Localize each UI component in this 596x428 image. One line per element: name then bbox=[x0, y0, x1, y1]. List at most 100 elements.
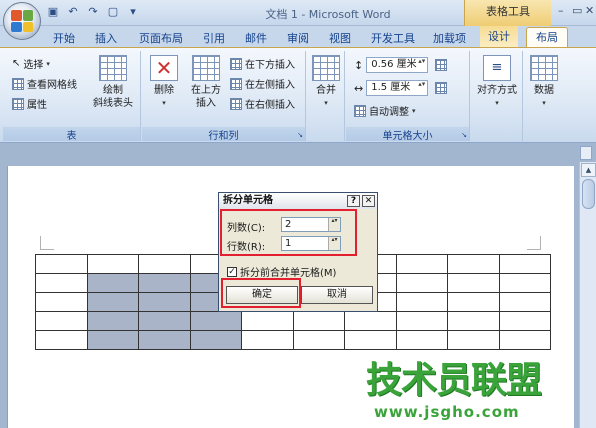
tab-mailings[interactable]: 邮件 bbox=[245, 30, 267, 46]
table-cell[interactable] bbox=[138, 330, 191, 350]
table-cell[interactable] bbox=[447, 254, 500, 274]
table-cell[interactable] bbox=[35, 292, 88, 312]
row-height-input[interactable]: 0.56 厘米 bbox=[366, 57, 429, 73]
tab-home[interactable]: 开始 bbox=[53, 30, 75, 46]
alignment-button[interactable]: ≡ 对齐方式 ▾ bbox=[475, 55, 519, 110]
properties-button[interactable]: 属性 bbox=[12, 96, 47, 111]
insert-above-icon bbox=[192, 55, 220, 81]
close-button[interactable]: ✕ bbox=[585, 4, 594, 17]
properties-label: 属性 bbox=[27, 100, 47, 111]
minimize-button[interactable]: – bbox=[558, 4, 564, 17]
table-cell[interactable] bbox=[241, 330, 294, 350]
view-ruler-button[interactable] bbox=[580, 146, 592, 160]
table-cell[interactable] bbox=[395, 292, 448, 312]
table-cell[interactable] bbox=[35, 330, 88, 350]
table-cell[interactable] bbox=[35, 254, 88, 274]
table-cell[interactable] bbox=[189, 311, 242, 331]
table-cell[interactable] bbox=[35, 273, 88, 293]
table-cell[interactable] bbox=[395, 273, 448, 293]
tab-addins[interactable]: 加载项 bbox=[433, 30, 466, 46]
draw-diagonal-label-2: 斜线表头 bbox=[93, 98, 133, 109]
tab-review[interactable]: 审阅 bbox=[287, 30, 309, 46]
table-cell[interactable] bbox=[395, 254, 448, 274]
dialog-close-button[interactable]: ✕ bbox=[362, 195, 375, 207]
tab-references[interactable]: 引用 bbox=[203, 30, 225, 46]
column-width-icon: ↔ bbox=[354, 81, 364, 95]
office-button[interactable] bbox=[3, 2, 41, 40]
group-data: 数据 ▾ bbox=[524, 51, 564, 141]
insert-left-button[interactable]: 在左侧插入 bbox=[230, 76, 295, 91]
maximize-button[interactable]: ▭ bbox=[572, 4, 582, 17]
draw-diagonal-header-button[interactable]: 绘制 斜线表头 bbox=[89, 55, 137, 110]
tab-design[interactable]: 设计 bbox=[480, 26, 518, 48]
delete-button[interactable]: ✕ 删除 ▾ bbox=[146, 55, 182, 110]
table-cell[interactable] bbox=[86, 254, 139, 274]
distribute-rows-icon[interactable] bbox=[435, 59, 448, 71]
table-cell[interactable] bbox=[447, 273, 500, 293]
title-bar: ▣ ↶ ↷ ▢ ▾ 文档 1 - Microsoft Word 表格工具 – ▭… bbox=[0, 0, 596, 26]
table-cell[interactable] bbox=[138, 311, 191, 331]
vertical-scrollbar[interactable]: ▲ bbox=[579, 162, 596, 428]
table-cell[interactable] bbox=[344, 311, 397, 331]
merge-before-split-checkbox[interactable]: ✓ bbox=[227, 266, 237, 277]
scroll-up-icon[interactable]: ▲ bbox=[581, 163, 596, 177]
scroll-thumb[interactable] bbox=[582, 179, 595, 209]
table-cell[interactable] bbox=[292, 311, 345, 331]
office-logo-icon bbox=[11, 10, 33, 32]
cancel-button[interactable]: 取消 bbox=[301, 286, 373, 304]
table-cell[interactable] bbox=[86, 330, 139, 350]
chevron-down-icon: ▾ bbox=[542, 99, 546, 107]
table-tools-context-tab: 表格工具 bbox=[464, 0, 551, 26]
insert-right-button[interactable]: 在右侧插入 bbox=[230, 96, 295, 111]
insert-left-icon bbox=[230, 77, 242, 90]
group-cell-size: ↕ 0.56 厘米 ↔ 1.5 厘米 自动调整 ▾ 单元格大小 ↘ bbox=[346, 51, 470, 142]
table-cell[interactable] bbox=[395, 311, 448, 331]
table-cell[interactable] bbox=[138, 273, 191, 293]
table-cell[interactable] bbox=[498, 311, 551, 331]
group-cell-size-label: 单元格大小 bbox=[346, 127, 469, 142]
merge-before-split-option[interactable]: ✓ 拆分前合并单元格(M) bbox=[227, 264, 336, 279]
table-cell[interactable] bbox=[138, 292, 191, 312]
table-cell[interactable] bbox=[447, 311, 500, 331]
tab-page-layout[interactable]: 页面布局 bbox=[139, 30, 183, 46]
merge-button[interactable]: 合并 ▾ bbox=[309, 55, 343, 110]
tab-insert[interactable]: 插入 bbox=[95, 30, 117, 46]
tab-view[interactable]: 视图 bbox=[329, 30, 351, 46]
table-cell[interactable] bbox=[344, 330, 397, 350]
table-cell[interactable] bbox=[447, 292, 500, 312]
table-cell[interactable] bbox=[138, 254, 191, 274]
group-merge: 合并 ▾ bbox=[307, 51, 345, 141]
table-cell[interactable] bbox=[35, 311, 88, 331]
table-cell[interactable] bbox=[189, 330, 242, 350]
group-rows-columns-label: 行和列 bbox=[142, 127, 305, 142]
dialog-launcher-icon[interactable]: ↘ bbox=[297, 131, 303, 139]
view-gridlines-button[interactable]: 查看网格线 bbox=[12, 76, 77, 91]
table-cell[interactable] bbox=[241, 311, 294, 331]
data-button[interactable]: 数据 ▾ bbox=[526, 55, 562, 110]
table-cell[interactable] bbox=[498, 292, 551, 312]
table-cell[interactable] bbox=[498, 273, 551, 293]
table-cell[interactable] bbox=[86, 311, 139, 331]
dialog-launcher-icon[interactable]: ↘ bbox=[461, 131, 467, 139]
select-button[interactable]: ↖ 选择 ▾ bbox=[12, 56, 50, 71]
tab-layout[interactable]: 布局 bbox=[526, 27, 568, 49]
insert-above-button[interactable]: 在上方 插入 bbox=[188, 55, 224, 110]
tab-developer[interactable]: 开发工具 bbox=[371, 30, 415, 46]
table-cell[interactable] bbox=[292, 330, 345, 350]
insert-below-button[interactable]: 在下方插入 bbox=[230, 56, 295, 71]
merge-cells-icon bbox=[312, 55, 340, 81]
help-button[interactable]: ? bbox=[347, 195, 360, 207]
distribute-columns-icon[interactable] bbox=[435, 82, 448, 94]
group-table: ↖ 选择 ▾ 查看网格线 属性 绘制 斜线表头 表 bbox=[3, 51, 141, 142]
chevron-down-icon: ▾ bbox=[324, 99, 328, 107]
table-cell[interactable] bbox=[447, 330, 500, 350]
table-cell[interactable] bbox=[498, 330, 551, 350]
table-cell[interactable] bbox=[86, 273, 139, 293]
table-cell[interactable] bbox=[498, 254, 551, 274]
insert-right-label: 在右侧插入 bbox=[245, 100, 295, 111]
autofit-button[interactable]: 自动调整 ▾ bbox=[354, 103, 416, 118]
table-cell[interactable] bbox=[395, 330, 448, 350]
column-width-input[interactable]: 1.5 厘米 bbox=[366, 80, 429, 96]
table-cell[interactable] bbox=[86, 292, 139, 312]
group-alignment: ≡ 对齐方式 ▾ bbox=[471, 51, 523, 141]
